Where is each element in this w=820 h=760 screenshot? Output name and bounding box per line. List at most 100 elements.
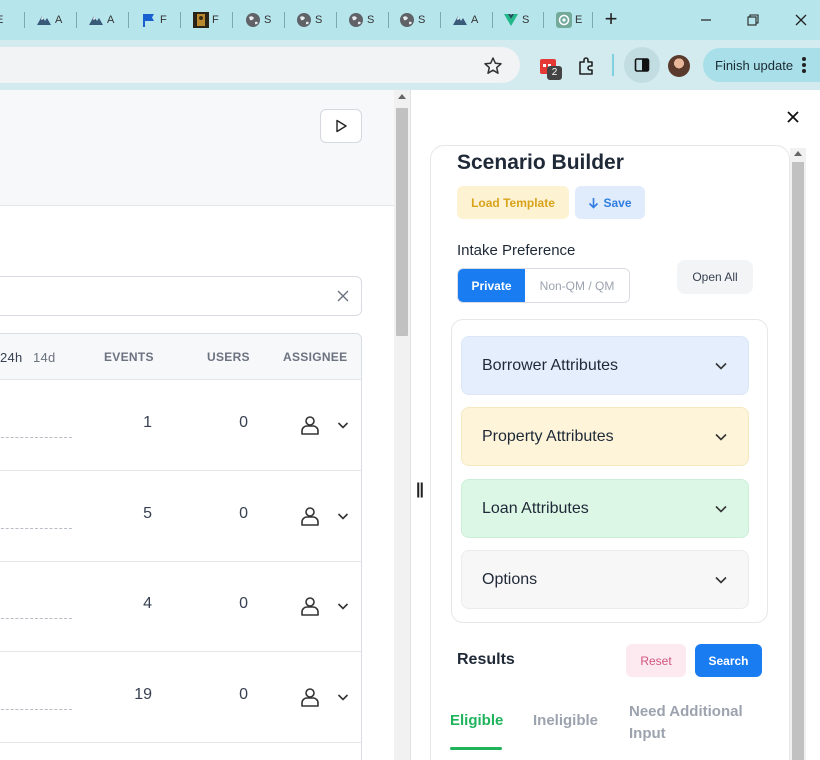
scrollbar-thumb[interactable]: [792, 162, 804, 760]
play-button[interactable]: [320, 109, 362, 143]
finish-update-button[interactable]: Finish update: [703, 48, 820, 82]
side-panel-button[interactable]: [624, 47, 660, 83]
assignee-dropdown[interactable]: [299, 413, 349, 437]
tab-separator: [388, 12, 389, 28]
table-row[interactable]: 4 0: [0, 562, 361, 652]
assignee-dropdown[interactable]: [299, 594, 349, 618]
chevron-down-icon: [337, 422, 349, 429]
resize-handle[interactable]: ||: [416, 481, 424, 499]
portrait-icon: [193, 12, 209, 28]
tab-ineligible[interactable]: Ineligible: [533, 712, 598, 729]
events-count: 5: [143, 505, 152, 522]
browser-toolbar: [0, 40, 820, 90]
browser-tab[interactable]: F: [141, 9, 170, 31]
chevron-down-icon: [715, 362, 727, 370]
tab-separator: [592, 12, 593, 28]
table-row[interactable]: 5 0: [0, 472, 361, 562]
tab-label: A: [107, 14, 115, 26]
tab-eligible[interactable]: Eligible: [450, 712, 503, 729]
intake-option-nonqm-qm[interactable]: Non-QM / QM: [525, 269, 629, 302]
play-icon: [336, 119, 347, 133]
minimize-button[interactable]: [694, 8, 718, 32]
globe-icon: [296, 12, 312, 28]
more-vert-icon[interactable]: [802, 57, 806, 73]
browser-tab[interactable]: A: [452, 9, 481, 31]
user-icon: [301, 416, 319, 435]
assignee-dropdown[interactable]: [299, 685, 349, 709]
browser-tab[interactable]: F: [193, 9, 222, 31]
save-label: Save: [603, 195, 632, 210]
browser-tab[interactable]: S: [399, 9, 428, 31]
table-row[interactable]: 1 0: [0, 381, 361, 471]
options-section[interactable]: Options: [461, 550, 749, 609]
active-tab-indicator: [450, 747, 502, 750]
sparkline: [0, 618, 72, 619]
browser-tab[interactable]: E: [556, 9, 585, 31]
scrollbar-thumb[interactable]: [396, 108, 408, 336]
bookmark-star-icon[interactable]: [483, 56, 503, 76]
browser-tab[interactable]: S: [296, 9, 325, 31]
intake-option-private[interactable]: Private: [458, 269, 525, 302]
openai-icon: [556, 12, 572, 28]
extensions-puzzle-icon[interactable]: [574, 54, 598, 78]
table-row[interactable]: 19 0: [0, 653, 361, 743]
profile-avatar[interactable]: [668, 55, 690, 77]
tab-separator: [76, 12, 77, 28]
address-bar[interactable]: [0, 47, 520, 83]
users-count: 0: [239, 686, 248, 703]
browser-tab[interactable]: E: [0, 9, 6, 31]
tab-need-additional-input[interactable]: Need Additional Input: [629, 701, 759, 745]
close-panel-button[interactable]: [782, 106, 804, 128]
user-icon: [301, 507, 319, 526]
browser-tab[interactable]: A: [88, 9, 117, 31]
issues-table: 24h 14d EVENTS USERS ASSIGNEE 1 0 5 0 4 …: [0, 333, 362, 760]
chevron-down-icon: [715, 576, 727, 584]
restore-icon: [747, 14, 759, 26]
page-title: Scenario Builder: [457, 151, 624, 174]
page-scrollbar[interactable]: [394, 90, 410, 760]
panel-scrollbar[interactable]: [790, 148, 806, 760]
restore-button[interactable]: [741, 8, 765, 32]
browser-tab[interactable]: S: [245, 9, 274, 31]
tab-label: A: [471, 14, 479, 26]
search-button[interactable]: Search: [695, 644, 762, 677]
scroll-up-arrow-icon[interactable]: [398, 94, 406, 99]
open-all-button[interactable]: Open All: [677, 260, 753, 294]
assignee-dropdown[interactable]: [299, 504, 349, 528]
browser-tab[interactable]: A: [36, 9, 65, 31]
tab-label: F: [160, 14, 167, 26]
browser-tab[interactable]: S: [348, 9, 377, 31]
browser-tab[interactable]: S: [503, 9, 532, 31]
issues-page: 24h 14d EVENTS USERS ASSIGNEE 1 0 5 0 4 …: [0, 90, 394, 760]
page-header: [0, 90, 394, 206]
tab-separator: [24, 12, 25, 28]
property-attributes-section[interactable]: Property Attributes: [461, 407, 749, 466]
new-tab-button[interactable]: +: [600, 8, 622, 30]
events-count: 4: [143, 595, 152, 612]
mountain-icon: [36, 12, 52, 28]
mountain-icon: [452, 12, 468, 28]
sparkline: [0, 437, 72, 438]
tab-label: S: [418, 14, 426, 26]
tab-separator: [180, 12, 181, 28]
toolbar-separator: [612, 54, 614, 76]
tab-label: S: [315, 14, 323, 26]
load-template-button[interactable]: Load Template: [457, 186, 569, 219]
arrow-down-icon: [589, 197, 599, 209]
clear-search-icon[interactable]: [333, 286, 353, 306]
search-input[interactable]: [0, 276, 362, 316]
close-window-button[interactable]: [789, 8, 813, 32]
scroll-up-arrow-icon[interactable]: [794, 151, 802, 156]
borrower-attributes-section[interactable]: Borrower Attributes: [461, 336, 749, 395]
reset-button[interactable]: Reset: [626, 644, 686, 677]
flag-icon: [141, 12, 157, 28]
period-24h-tab[interactable]: 24h: [0, 350, 23, 365]
loan-attributes-section[interactable]: Loan Attributes: [461, 479, 749, 538]
user-icon: [301, 597, 319, 616]
period-14d-tab[interactable]: 14d: [33, 350, 56, 365]
save-button[interactable]: Save: [575, 186, 645, 219]
side-panel-icon: [634, 58, 650, 72]
close-icon: [787, 111, 799, 123]
tab-label: E: [0, 14, 6, 26]
tab-separator: [492, 12, 493, 28]
